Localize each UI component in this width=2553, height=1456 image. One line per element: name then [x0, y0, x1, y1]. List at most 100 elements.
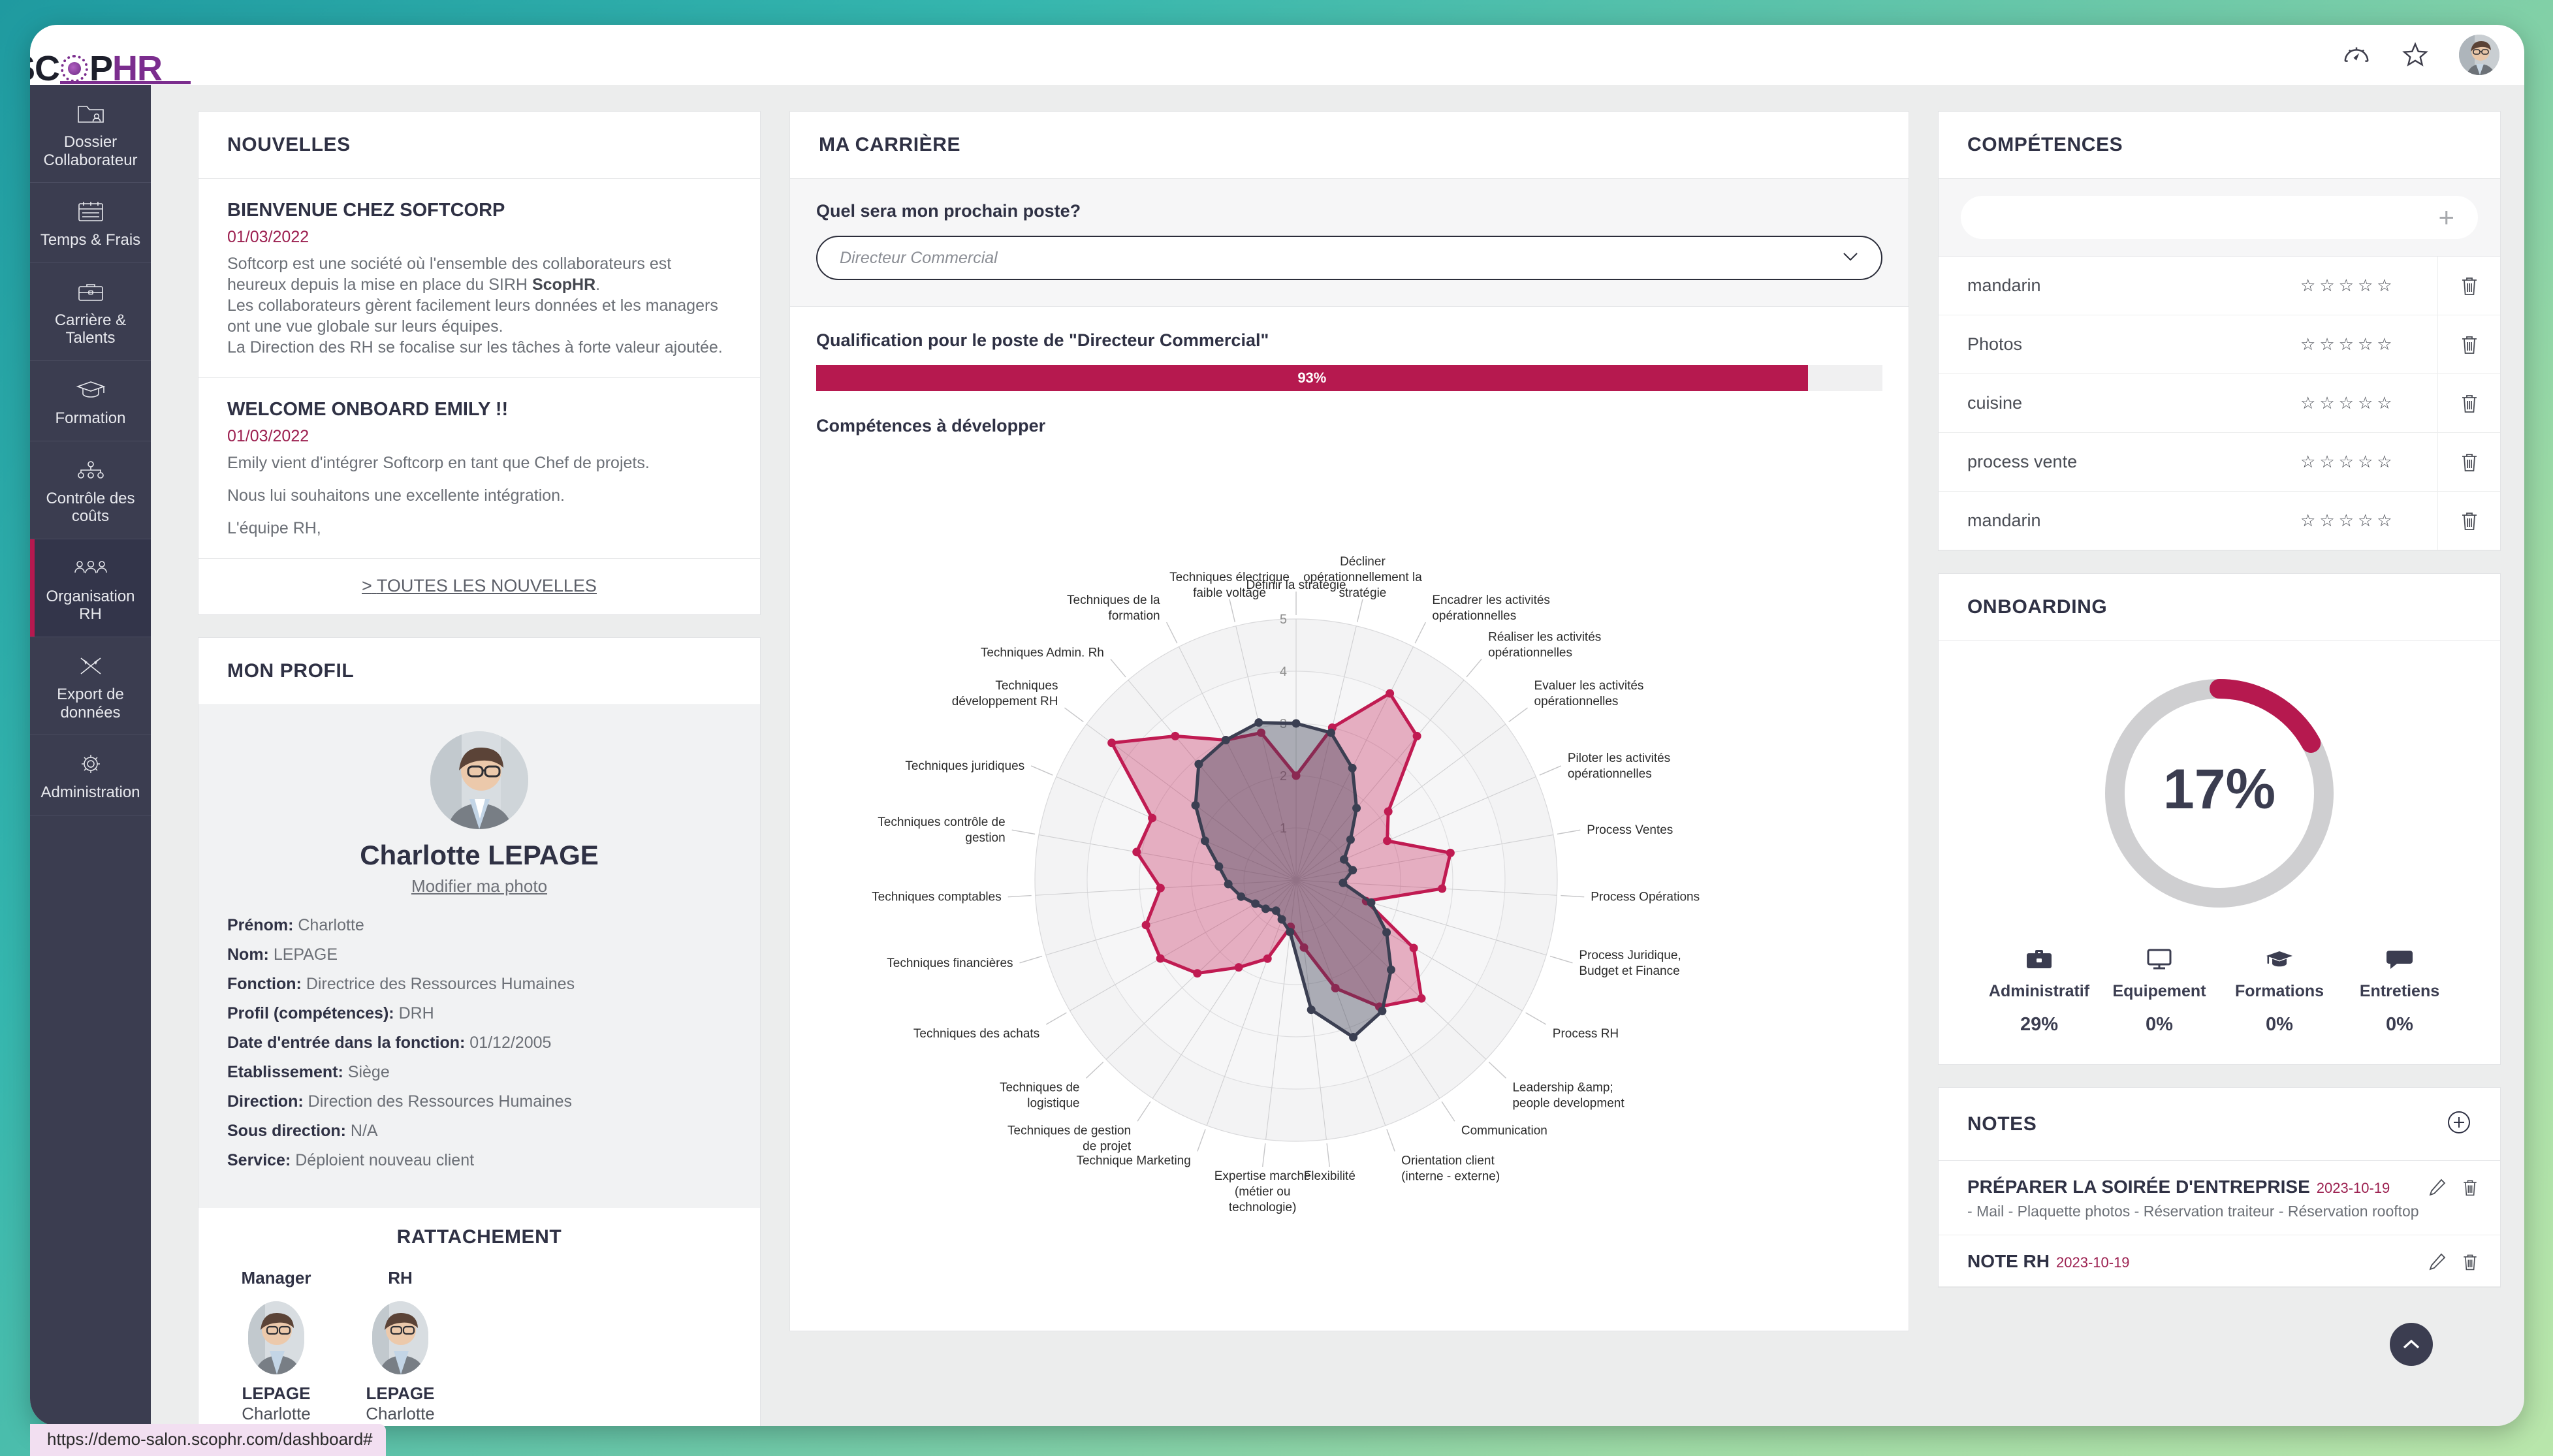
edit-pencil-icon[interactable]	[2428, 1252, 2447, 1275]
star-icon[interactable]: ☆	[2358, 393, 2373, 413]
avatar[interactable]	[2459, 35, 2499, 75]
note-title: PRÉPARER LA SOIRÉE D'ENTREPRISE	[1967, 1177, 2310, 1197]
rattachement-person[interactable]: Manager LEPAGE Charlotte	[227, 1268, 325, 1424]
star-icon[interactable]: ☆	[2319, 511, 2334, 531]
star-icon[interactable]: ☆	[2339, 393, 2354, 413]
competence-row[interactable]: mandarin ☆ ☆ ☆ ☆ ☆	[1939, 257, 2500, 315]
star-icon[interactable]: ☆	[2300, 511, 2315, 531]
onboarding-item-entretiens[interactable]: Entretiens 0%	[2339, 944, 2460, 1036]
scroll-to-top-button[interactable]	[2390, 1323, 2433, 1366]
plus-icon[interactable]: +	[2438, 204, 2454, 231]
competence-search-field[interactable]: +	[1961, 196, 2478, 239]
star-icon[interactable]: ☆	[2319, 393, 2334, 413]
sidebar-item-administration[interactable]: Administration	[30, 735, 151, 815]
star-icon[interactable]: ☆	[2377, 276, 2392, 296]
competence-rating-stars[interactable]: ☆ ☆ ☆ ☆ ☆	[2300, 334, 2437, 355]
star-icon[interactable]: ☆	[2300, 452, 2315, 472]
chevron-down-icon	[1842, 251, 1859, 265]
sidebar-item-controle-des-couts[interactable]: Contrôle des coûts	[30, 441, 151, 539]
star-icon[interactable]: ☆	[2319, 452, 2334, 472]
star-icon[interactable]: ☆	[2339, 452, 2354, 472]
trash-icon[interactable]	[2461, 1252, 2479, 1275]
sidebar-item-temps-frais[interactable]: Temps & Frais	[30, 183, 151, 263]
star-icon[interactable]: ☆	[2358, 511, 2373, 531]
star-icon[interactable]: ☆	[2339, 334, 2354, 355]
trash-icon[interactable]	[2437, 257, 2500, 315]
trash-icon[interactable]	[2437, 433, 2500, 491]
news-item[interactable]: WELCOME ONBOARD EMILY !! 01/03/2022 Emil…	[198, 378, 760, 559]
competence-row[interactable]: mandarin ☆ ☆ ☆ ☆ ☆	[1939, 492, 2500, 550]
news-body: Emily vient d'intégrer Softcorp en tant …	[227, 452, 731, 539]
competence-row[interactable]: process vente ☆ ☆ ☆ ☆ ☆	[1939, 433, 2500, 492]
star-icon[interactable]: ☆	[2339, 276, 2354, 296]
news-body-part: L'équipe RH,	[227, 519, 321, 537]
dashboard-gauge-icon[interactable]	[2341, 40, 2371, 70]
svg-text:Techniques électrique: Techniques électrique	[1169, 571, 1290, 584]
star-icon[interactable]: ☆	[2377, 452, 2392, 472]
edit-photo-link[interactable]: Modifier ma photo	[411, 876, 547, 896]
all-news-label: TOUTES LES NOUVELLES	[376, 576, 597, 595]
star-icon[interactable]: ☆	[2377, 511, 2392, 531]
rattachement-role: RH	[388, 1268, 413, 1288]
rattachement-body: Manager LEPAGE Charlotte RH LEPAGE Charl…	[198, 1264, 760, 1426]
sidebar-item-label: Administration	[40, 783, 140, 802]
profile-field: Date d'entrée dans la fonction: 01/12/20…	[227, 1034, 731, 1052]
competence-row[interactable]: cuisine ☆ ☆ ☆ ☆ ☆	[1939, 374, 2500, 433]
star-icon[interactable]: ☆	[2377, 393, 2392, 413]
trash-icon[interactable]	[2437, 315, 2500, 373]
competence-row[interactable]: Photos ☆ ☆ ☆ ☆ ☆	[1939, 315, 2500, 374]
note-row[interactable]: NOTE RH 2023-10-19	[1939, 1235, 2500, 1287]
sidebar-item-formation[interactable]: Formation	[30, 361, 151, 441]
profile-field: Prénom: Charlotte	[227, 916, 731, 935]
favorites-star-icon[interactable]	[2400, 40, 2430, 70]
plus-circle-icon[interactable]	[2447, 1110, 2471, 1138]
svg-text:Orientation client: Orientation client	[1401, 1154, 1495, 1167]
all-news-link[interactable]: > TOUTES LES NOUVELLES	[362, 576, 597, 595]
rattachement-person[interactable]: RH LEPAGE Charlotte	[351, 1268, 449, 1424]
logo-circle-icon	[61, 55, 89, 82]
rattachement-lastname: LEPAGE	[242, 1384, 311, 1403]
star-icon[interactable]: ☆	[2339, 511, 2354, 531]
field-value: Siège	[347, 1063, 390, 1081]
note-row[interactable]: PRÉPARER LA SOIRÉE D'ENTREPRISE 2023-10-1…	[1939, 1161, 2500, 1235]
trash-icon[interactable]	[2437, 374, 2500, 432]
star-icon[interactable]: ☆	[2319, 276, 2334, 296]
svg-text:Techniques des achats: Techniques des achats	[913, 1027, 1039, 1041]
onboarding-title: ONBOARDING	[1967, 596, 2108, 618]
sidebar-item-export-de-donnees[interactable]: Export de données	[30, 637, 151, 736]
onboarding-item-label: Formations	[2234, 982, 2324, 1000]
sidebar-item-dossier-collaborateur[interactable]: Dossier Collaborateur	[30, 85, 151, 183]
star-icon[interactable]: ☆	[2377, 334, 2392, 355]
career-title: MA CARRIÈRE	[819, 134, 961, 155]
onboarding-item-value: 0%	[2146, 1014, 2173, 1035]
news-card-header: NOUVELLES	[198, 112, 760, 179]
briefcase-icon	[34, 277, 147, 306]
star-icon[interactable]: ☆	[2358, 334, 2373, 355]
next-post-select[interactable]: Directeur Commercial	[816, 236, 1882, 280]
onboarding-item-administratif[interactable]: Administratif 29%	[1979, 944, 2099, 1036]
trash-icon[interactable]	[2461, 1178, 2479, 1201]
star-icon[interactable]: ☆	[2300, 276, 2315, 296]
star-icon[interactable]: ☆	[2300, 334, 2315, 355]
sidebar-item-label: Export de données	[57, 685, 124, 721]
svg-text:Process Juridique,: Process Juridique,	[1579, 949, 1681, 962]
onboarding-item-equipement[interactable]: Equipement 0%	[2099, 944, 2219, 1036]
star-icon[interactable]: ☆	[2358, 452, 2373, 472]
field-label: Date d'entrée dans la fonction:	[227, 1034, 466, 1052]
star-icon[interactable]: ☆	[2300, 393, 2315, 413]
competence-rating-stars[interactable]: ☆ ☆ ☆ ☆ ☆	[2300, 393, 2437, 413]
sidebar-item-carriere-talents[interactable]: Carrière & Talents	[30, 263, 151, 361]
star-icon[interactable]: ☆	[2358, 276, 2373, 296]
onboarding-item-formations[interactable]: Formations 0%	[2219, 944, 2339, 1036]
star-icon[interactable]: ☆	[2319, 334, 2334, 355]
competence-rating-stars[interactable]: ☆ ☆ ☆ ☆ ☆	[2300, 452, 2437, 472]
field-value: Direction des Ressources Humaines	[308, 1092, 572, 1111]
edit-pencil-icon[interactable]	[2428, 1178, 2447, 1201]
topbar-icon-group	[2341, 35, 2499, 75]
trash-icon[interactable]	[2437, 492, 2500, 550]
sidebar-item-organisation-rh[interactable]: Organisation RH	[30, 539, 151, 637]
competence-rating-stars[interactable]: ☆ ☆ ☆ ☆ ☆	[2300, 276, 2437, 296]
competence-rating-stars[interactable]: ☆ ☆ ☆ ☆ ☆	[2300, 511, 2437, 531]
svg-text:de projet: de projet	[1083, 1139, 1132, 1153]
news-item[interactable]: BIENVENUE CHEZ SOFTCORP 01/03/2022 Softc…	[198, 179, 760, 378]
